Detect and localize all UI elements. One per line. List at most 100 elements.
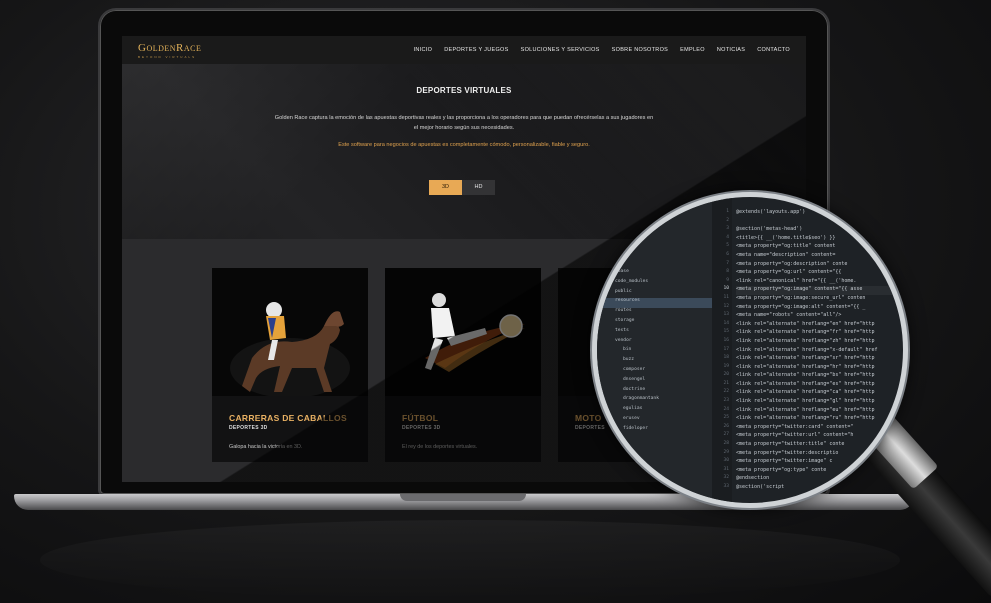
line-number: 20 [723, 372, 729, 378]
line-number: 17 [723, 346, 729, 352]
file-tree-item[interactable]: vendor [615, 338, 712, 348]
line-number: 14 [723, 320, 729, 326]
code-line: <meta property="twitter:image" c [736, 458, 833, 465]
file-tree-item[interactable]: egulias [615, 406, 712, 416]
line-number: 9 [726, 277, 729, 283]
card-image-horse [212, 268, 368, 396]
line-number: 12 [723, 303, 729, 309]
code-line: @endsection [736, 475, 770, 482]
file-tree-item[interactable]: composer [615, 367, 712, 377]
code-line: <link rel="alternate" hreflang="zh" href… [736, 337, 875, 344]
line-number: 16 [723, 337, 729, 343]
line-number: 7 [726, 260, 729, 266]
line-number: 1 [726, 209, 729, 214]
hero-description: Golden Race captura la emoción de las ap… [274, 115, 654, 131]
code-editor[interactable]: @extends('layouts.app') @section('metas-h… [734, 209, 903, 493]
card-futbol[interactable]: FÚTBOL DEPORTES 3D El rey de los deporte… [385, 268, 541, 462]
line-number: 28 [723, 441, 729, 447]
hero-highlight: Este software para negocios de apuestas … [338, 142, 590, 148]
code-line: <link rel="alternate" hreflang="bs" href… [736, 372, 875, 379]
file-tree-item[interactable]: dragonmantank [615, 396, 712, 406]
main-nav: INICIO DEPORTES Y JUEGOS SOLUCIONES Y SE… [414, 47, 790, 53]
site-navbar: GoldenRace BEYOND VIRTUALS INICIO DEPORT… [122, 36, 806, 64]
line-number: 8 [726, 269, 729, 275]
code-line: <meta property="og:image" content="{{ as… [736, 286, 903, 295]
code-line: <meta property="og:title" content [736, 243, 836, 250]
card-carreras[interactable]: CARRERAS DE CABALLOS DEPORTES 3D Galopa … [212, 268, 368, 462]
line-number: 31 [723, 466, 729, 472]
code-line: @extends('layouts.app') [736, 209, 806, 215]
line-number: 3 [726, 226, 729, 232]
line-number-gutter: 1 2 3 4 5 6 7 8 9 10 11 12 13 14 15 16 17 18 19 20 21 22 23 24 2… [712, 197, 732, 503]
file-tree-item[interactable]: bin [615, 347, 712, 357]
nav-item-sobre[interactable]: SOBRE NOSOTROS [612, 47, 668, 53]
site-logo[interactable]: GoldenRace BEYOND VIRTUALS [138, 42, 201, 59]
nav-item-soluciones[interactable]: SOLUCIONES Y SERVICIOS [521, 47, 600, 53]
code-line: <meta property="og:url" content="{{ [736, 269, 842, 276]
card-subtitle: DEPORTES 3D [229, 425, 268, 431]
code-line: <link rel="alternate" hreflang="ru" href… [736, 415, 875, 422]
toggle-hd-button[interactable]: HD [462, 180, 495, 195]
file-tree-item[interactable]: storage [615, 318, 712, 328]
laptop-notch [400, 494, 526, 501]
file-tree-item[interactable]: erusev [615, 416, 712, 426]
file-tree-item[interactable]: routes [615, 308, 712, 318]
line-number: 19 [723, 363, 729, 369]
card-image-football [385, 268, 541, 396]
hero-title: DEPORTES VIRTUALES [416, 86, 512, 95]
code-line: <title>{{ __('home.title$seo') }} [736, 234, 836, 241]
file-tree-item[interactable]: tests [615, 328, 712, 338]
line-number: 30 [723, 458, 729, 464]
line-number: 32 [723, 475, 729, 481]
code-line: <meta property="og:image:alt" content="{… [736, 303, 866, 310]
code-line: <link rel="alternate" hreflang="fr" href… [736, 329, 875, 336]
line-number: 10 [723, 286, 729, 292]
logo-tagline: BEYOND VIRTUALS [138, 54, 197, 59]
line-number: 6 [726, 251, 729, 257]
toggle-3d-button[interactable]: 3D [429, 180, 462, 195]
line-number: 4 [726, 234, 729, 240]
file-tree-item[interactable]: abase [615, 269, 712, 279]
code-line: <meta property="og:description" conte [736, 260, 848, 267]
code-line: <link rel="alternate" hreflang="sr" href… [736, 355, 875, 362]
logo-text: GoldenRace [138, 41, 202, 54]
code-line: <link rel="alternate" hreflang="ca" href… [736, 389, 875, 396]
nav-item-noticias[interactable]: NOTICIAS [717, 47, 745, 53]
code-line: <link rel="alternate" hreflang="x-defaul… [736, 346, 878, 353]
code-line: <link rel="alternate" hreflang="es" href… [736, 380, 875, 387]
card-title: CARRERAS DE CABALLOS [229, 413, 347, 423]
line-number: 15 [723, 329, 729, 335]
file-tree-item[interactable]: code_modules [615, 279, 712, 289]
file-tree-item[interactable]: buzz [615, 357, 712, 367]
file-tree: abase code_modules public resources rout… [597, 197, 712, 503]
line-number: 33 [723, 484, 729, 489]
code-line: <meta property="og:image:secure_url" con… [736, 294, 866, 301]
line-number: 27 [723, 432, 729, 438]
file-tree-item[interactable]: dnsengel [615, 377, 712, 387]
line-number: 22 [723, 389, 729, 395]
code-line: <link rel="alternate" hreflang="en" href… [736, 320, 875, 327]
nav-item-deportes[interactable]: DEPORTES Y JUEGOS [444, 47, 508, 53]
code-line: <link rel="alternate" hreflang="hr" href… [736, 363, 875, 370]
mode-toggle: 3D HD [429, 180, 495, 195]
card-title: FÚTBOL [402, 413, 439, 423]
nav-item-empleo[interactable]: EMPLEO [680, 47, 705, 53]
file-tree-item[interactable]: public [615, 289, 712, 299]
file-tree-item-selected[interactable]: resources [597, 298, 712, 309]
code-line: <meta property="twitter:title" conte [736, 441, 845, 448]
code-line: <meta property="og:type" conte [736, 466, 827, 473]
code-line: <meta property="twitter:url" content="h [736, 432, 854, 439]
line-number: 25 [723, 415, 729, 421]
code-line: <meta name="robots" content="all"/> [736, 312, 842, 319]
magnifier-lens: abase code_modules public resources rout… [592, 192, 908, 508]
line-number: 23 [723, 398, 729, 404]
card-description: Galopa hacia la victoria en 3D. [229, 444, 303, 450]
file-tree-item[interactable]: fideloper [615, 426, 712, 436]
file-tree-item[interactable]: doctrine [615, 387, 712, 397]
code-line: <link rel="canonical" href="{{ __('home. [736, 277, 857, 284]
code-line: @section('metas-head') [736, 226, 803, 233]
nav-item-contacto[interactable]: CONTACTO [757, 47, 790, 53]
nav-item-inicio[interactable]: INICIO [414, 47, 433, 53]
code-line: @section('script [736, 484, 785, 490]
